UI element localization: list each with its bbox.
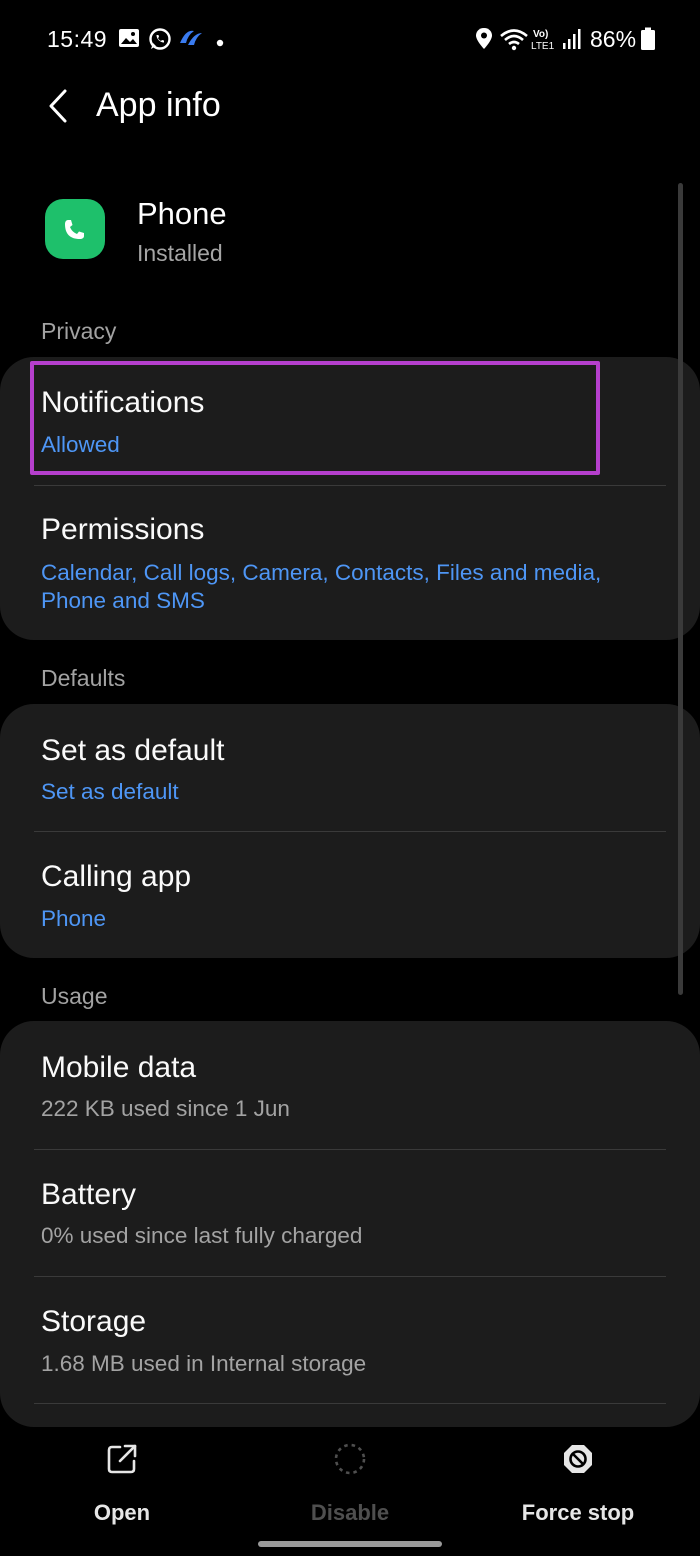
calling-app-item[interactable]: Calling app Phone [0,832,700,958]
disable-icon [334,1443,366,1475]
force-stop-button[interactable]: Force stop [478,1438,678,1534]
storage-usage: 1.68 MB used in Internal storage [41,1351,367,1376]
force-stop-label: Force stop [521,1500,635,1525]
section-header-defaults: Defaults [41,665,126,691]
app-notification-icon [178,27,204,54]
permissions-title: Permissions [41,513,205,546]
storage-title: Storage [41,1305,147,1338]
app-name: Phone [137,196,227,231]
open-button[interactable]: Open [22,1438,222,1534]
disable-label: Disable [310,1500,390,1525]
battery-usage: 0% used since last fully charged [41,1223,363,1248]
location-icon [474,27,494,56]
phone-app-icon [45,199,105,259]
section-header-usage: Usage [41,983,108,1009]
home-indicator[interactable] [258,1541,442,1547]
mobile-data-item[interactable]: Mobile data 222 KB used since 1 Jun [0,1021,700,1149]
storage-item[interactable]: Storage 1.68 MB used in Internal storage [0,1277,700,1403]
permissions-summary-line2: Phone and SMS [41,588,205,613]
set-as-default-title: Set as default [41,734,225,767]
set-as-default-item[interactable]: Set as default Set as default [0,704,700,831]
scrollbar[interactable] [678,183,683,995]
signal-icon [562,27,584,56]
mobile-data-usage: 222 KB used since 1 Jun [41,1096,290,1121]
svg-text:Vo): Vo) [533,29,548,40]
calling-app-value: Phone [41,906,107,931]
gallery-icon [118,27,140,54]
battery-item[interactable]: Battery 0% used since last fully charged [0,1150,700,1276]
usage-card: Mobile data 222 KB used since 1 Jun Batt… [0,1021,700,1427]
mobile-data-title: Mobile data [41,1051,197,1084]
permissions-item[interactable]: Permissions Calendar, Call logs, Camera,… [0,486,700,640]
back-arrow-icon [46,88,70,129]
back-button[interactable] [30,80,86,136]
defaults-card: Set as default Set as default Calling ap… [0,704,700,958]
status-bar: 15:49 Vo) LTE1 86% [0,0,700,80]
app-install-status: Installed [137,240,223,266]
force-stop-icon [562,1443,594,1475]
section-header-privacy: Privacy [41,318,117,344]
open-external-icon [106,1443,138,1475]
set-as-default-subtitle: Set as default [41,779,179,804]
battery-icon [640,27,656,56]
svg-text:LTE1: LTE1 [531,41,555,52]
battery-percentage: 86% [590,26,637,52]
disable-button[interactable]: Disable [250,1438,450,1534]
wifi-icon [499,27,529,56]
dot-icon [216,34,224,52]
permissions-summary-line1: Calendar, Call logs, Camera, Contacts, F… [41,560,602,585]
battery-title: Battery [41,1178,137,1211]
status-time: 15:49 [47,26,108,52]
volte-icon: Vo) LTE1 [531,26,561,57]
highlight-box [30,361,600,475]
divider [34,1403,666,1404]
whatsapp-icon [148,27,172,56]
open-label: Open [93,1500,151,1525]
bottom-action-bar: Open Disable Force stop [0,1428,700,1556]
calling-app-title: Calling app [41,860,192,893]
page-title: App info [96,86,221,124]
